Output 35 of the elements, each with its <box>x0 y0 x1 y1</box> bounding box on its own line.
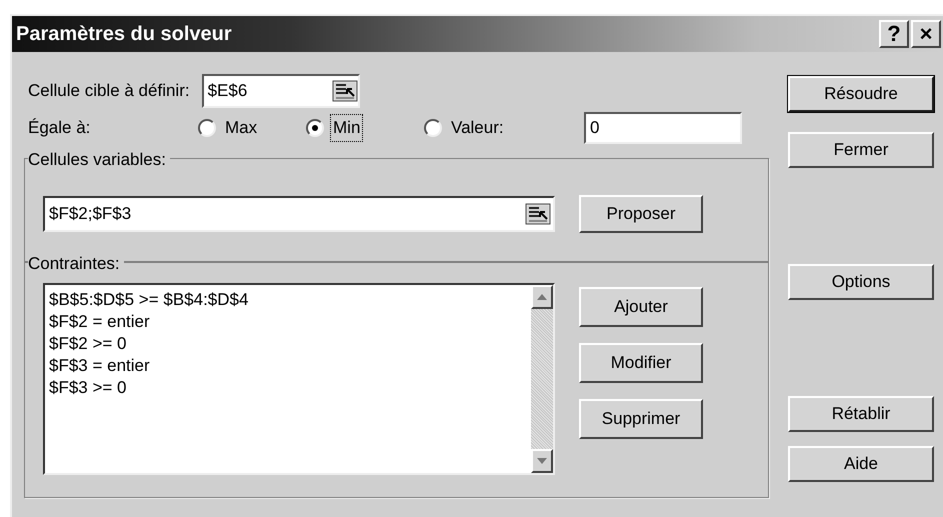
radio-label[interactable]: Min <box>330 114 364 142</box>
help-button[interactable]: ? <box>879 20 909 48</box>
list-item[interactable]: $F$2 = entier <box>49 311 531 333</box>
dialog-button[interactable]: Options <box>788 264 934 300</box>
radio-button[interactable] <box>424 119 442 137</box>
close-button[interactable]: × <box>911 20 941 48</box>
list-item[interactable]: $F$3 >= 0 <box>49 377 531 399</box>
list-item[interactable]: $F$2 >= 0 <box>49 333 531 355</box>
radio-button[interactable] <box>198 119 216 137</box>
constraint-button[interactable]: Supprimer <box>579 399 703 439</box>
scrollbar[interactable] <box>531 285 553 473</box>
scroll-up-button[interactable] <box>531 285 553 309</box>
range-picker-icon[interactable] <box>332 80 358 102</box>
up-arrow-icon <box>537 294 547 300</box>
radio-label[interactable]: Valeur: <box>448 115 507 141</box>
field-label: Cellule cible à définir: <box>28 80 190 102</box>
dialog-button[interactable]: Rétablir <box>788 396 934 432</box>
down-arrow-icon <box>537 458 547 464</box>
constraint-button[interactable]: Modifier <box>579 343 703 383</box>
proposer-button[interactable]: Proposer <box>579 195 703 233</box>
target-cell-field[interactable]: $E$6 <box>202 74 360 108</box>
radio-label[interactable]: Max <box>222 115 260 141</box>
scroll-down-button[interactable] <box>531 449 553 473</box>
window-title: Paramètres du solveur <box>16 22 232 47</box>
dialog-button[interactable]: Aide <box>788 446 934 482</box>
value-field[interactable]: 0 <box>584 112 742 144</box>
radio-button[interactable] <box>306 119 324 137</box>
list-item[interactable]: $F$3 = entier <box>49 355 531 377</box>
dialog-button[interactable]: Résoudre <box>788 76 934 112</box>
variable-cells-field[interactable]: $F$2;$F$3 <box>43 196 555 232</box>
field-label: Égale à: <box>28 117 92 140</box>
dialog-button[interactable]: Fermer <box>788 132 934 168</box>
constraint-button[interactable]: Ajouter <box>579 287 703 327</box>
list-item[interactable]: $B$5:$D$5 >= $B$4:$D$4 <box>49 289 531 311</box>
range-picker-icon[interactable] <box>525 203 551 225</box>
